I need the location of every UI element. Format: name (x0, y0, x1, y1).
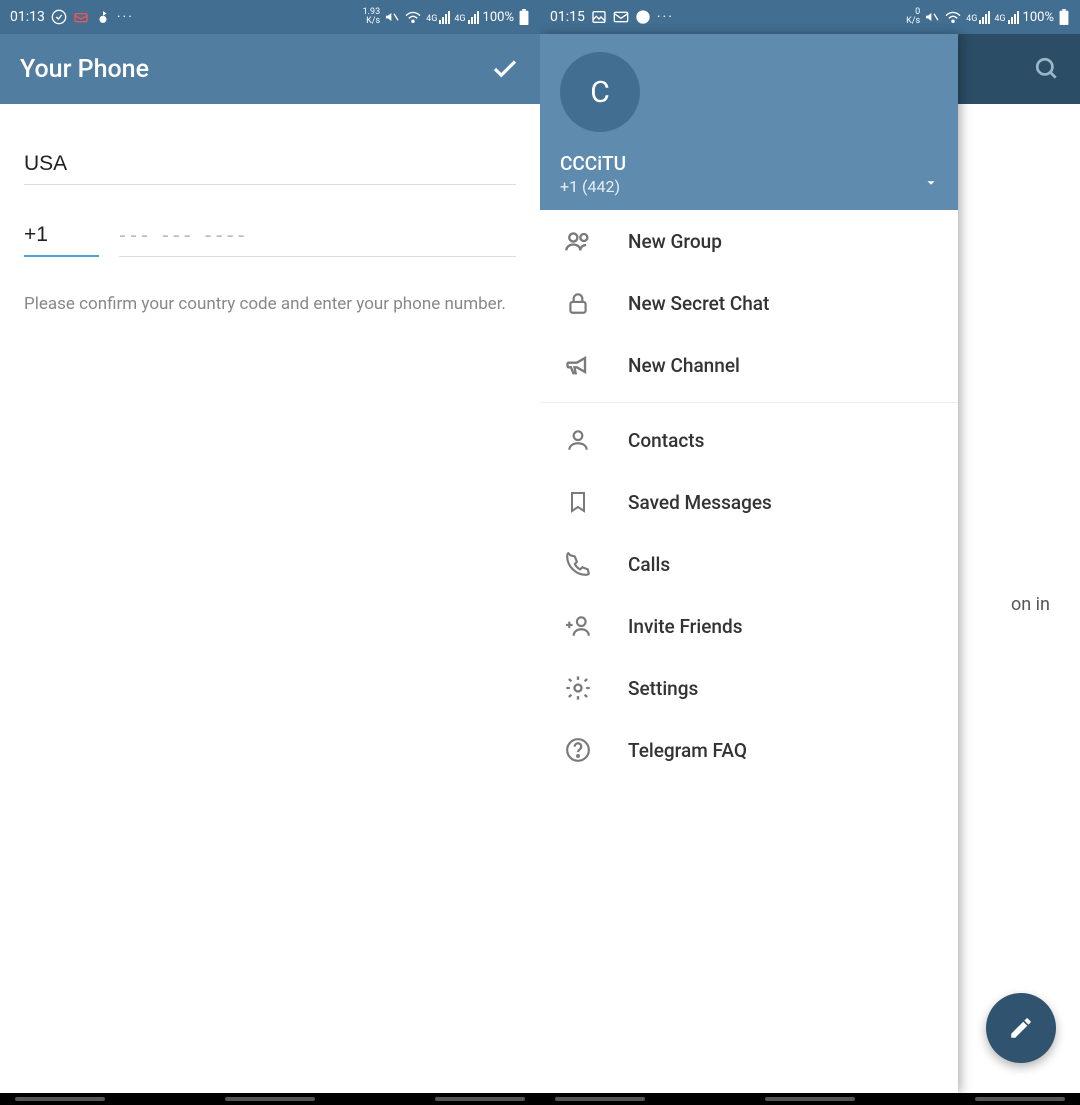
drawer-item-new-group[interactable]: New Group (540, 210, 958, 272)
country-input[interactable] (24, 144, 516, 185)
confirm-button[interactable] (490, 54, 520, 84)
drawer-item-new-channel[interactable]: New Channel (540, 334, 958, 396)
signal-icon-1: 4G (966, 11, 990, 24)
battery-icon (518, 9, 530, 25)
signal-icon-1: 4G (426, 11, 450, 24)
wifi-icon (404, 10, 422, 24)
helper-text: Please confirm your country code and ent… (24, 292, 516, 318)
more-icon: ··· (657, 9, 674, 25)
drawer-item-label: Invite Friends (628, 615, 742, 638)
chevron-down-icon[interactable] (924, 176, 938, 190)
megaphone-icon (564, 351, 592, 379)
bookmark-icon (564, 488, 592, 516)
screen-phone-entry: 01:13 ··· 1.93 K/s 4G (0, 0, 540, 1105)
notification-icon-3 (95, 9, 111, 25)
status-time: 01:13 (10, 9, 45, 25)
call-icon (564, 550, 592, 578)
page-title: Your Phone (20, 55, 149, 84)
mute-icon (384, 9, 400, 25)
status-battery-text: 100% (483, 10, 514, 25)
drawer-item-calls[interactable]: Calls (540, 533, 958, 595)
status-bar: 01:15 ··· 0 K/s 4G (540, 0, 1080, 34)
drawer-header: C CCCiTU +1 (442) (540, 34, 958, 210)
contact-icon (564, 426, 592, 454)
mute-icon (924, 9, 940, 25)
mail-icon (613, 9, 629, 25)
status-net-unit: K/s (906, 17, 920, 26)
image-icon (591, 9, 607, 25)
signal-icon-2: 4G (454, 11, 478, 24)
gear-icon (564, 674, 592, 702)
more-icon: ··· (117, 9, 134, 25)
notification-icon-1 (51, 9, 67, 25)
notification-icon-2 (73, 9, 89, 25)
compose-fab[interactable] (986, 993, 1056, 1063)
background-text-fragment: on in (1011, 594, 1050, 615)
drawer-item-label: New Group (628, 230, 722, 253)
status-time: 01:15 (550, 9, 585, 25)
status-net-unit: K/s (363, 17, 381, 26)
drawer-item-label: Telegram FAQ (628, 739, 747, 762)
country-code-input[interactable] (24, 215, 99, 257)
drawer-item-label: New Channel (628, 354, 740, 377)
phone-form: Please confirm your country code and ent… (0, 104, 540, 318)
drawer-item-telegram-faq[interactable]: Telegram FAQ (540, 719, 958, 781)
drawer-list: New Group New Secret Chat New Channel Conta… (540, 210, 958, 1093)
phone-number-input[interactable] (119, 216, 516, 257)
nav-drawer: C CCCiTU +1 (442) New Group New Secret Ch… (540, 34, 958, 1093)
drawer-item-invite-friends[interactable]: Invite Friends (540, 595, 958, 657)
help-icon (564, 736, 592, 764)
nav-bar (540, 1093, 1080, 1105)
screen-drawer: 01:15 ··· 0 K/s 4G (540, 0, 1080, 1105)
drawer-item-contacts[interactable]: Contacts (540, 409, 958, 471)
drawer-item-label: Calls (628, 553, 670, 576)
drawer-item-label: Saved Messages (628, 491, 772, 514)
invite-icon (564, 612, 592, 640)
drawer-item-new-secret-chat[interactable]: New Secret Chat (540, 272, 958, 334)
status-bar: 01:13 ··· 1.93 K/s 4G (0, 0, 540, 34)
lock-icon (564, 289, 592, 317)
wifi-icon (944, 10, 962, 24)
drawer-item-saved-messages[interactable]: Saved Messages (540, 471, 958, 533)
chat-icon (635, 9, 651, 25)
nav-bar (0, 1093, 540, 1105)
avatar[interactable]: C (560, 52, 640, 132)
group-icon (564, 227, 592, 255)
search-icon[interactable] (1034, 56, 1060, 82)
battery-icon (1058, 9, 1070, 25)
app-header: Your Phone (0, 34, 540, 104)
drawer-item-label: Contacts (628, 429, 704, 452)
drawer-item-settings[interactable]: Settings (540, 657, 958, 719)
status-battery-text: 100% (1023, 10, 1054, 25)
drawer-divider (540, 402, 958, 403)
drawer-user-name: CCCiTU (560, 152, 938, 175)
signal-icon-2: 4G (994, 11, 1018, 24)
drawer-item-label: Settings (628, 677, 698, 700)
drawer-item-label: New Secret Chat (628, 292, 769, 315)
drawer-user-phone: +1 (442) (560, 177, 938, 196)
